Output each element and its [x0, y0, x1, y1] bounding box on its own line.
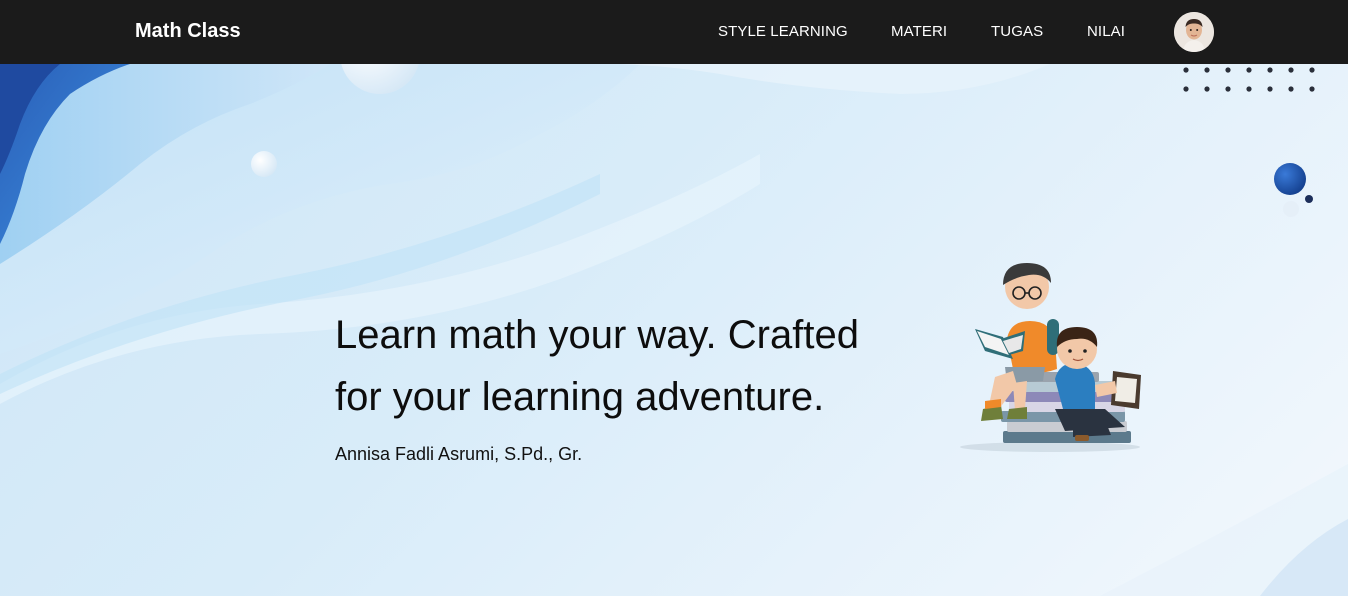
nav-link-style-learning[interactable]: STYLE LEARNING — [718, 23, 848, 40]
nav-link-nilai[interactable]: NILAI — [1087, 23, 1125, 40]
hero-headline-line1: Learn math your way. Crafted — [335, 313, 859, 357]
hero-headline-line2: for your learning adventure. — [335, 375, 825, 419]
kids-reading-illustration-icon — [960, 263, 1141, 452]
hero-section: Learn math your way. Crafted for your le… — [0, 64, 1348, 596]
nav-link-tugas[interactable]: TUGAS — [991, 23, 1043, 40]
navbar: Math Class STYLE LEARNING MATERI TUGAS N… — [0, 0, 1348, 64]
nav-link-materi[interactable]: MATERI — [891, 23, 947, 40]
brand-logo-link[interactable]: Math Class — [135, 20, 241, 43]
hero-headline: Learn math your way. Crafted for your le… — [335, 304, 935, 428]
user-avatar[interactable] — [1174, 12, 1214, 52]
hero-author: Annisa Fadli Asrumi, S.Pd., Gr. — [335, 444, 583, 464]
avatar-icon — [1174, 12, 1214, 52]
